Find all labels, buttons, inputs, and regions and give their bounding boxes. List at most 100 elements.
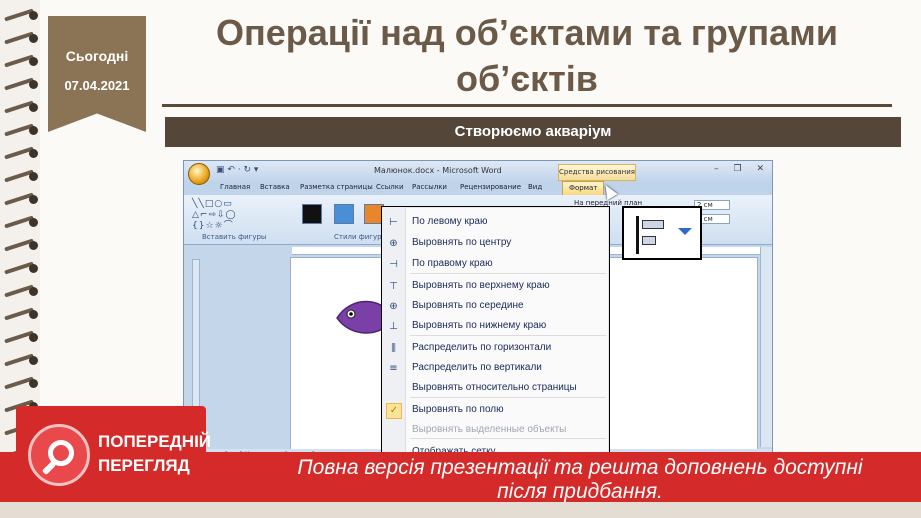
spiral-hole (29, 264, 38, 273)
vertical-scrollbar[interactable] (760, 247, 772, 447)
shapes-row-3: {}☆☼⌒ (192, 221, 234, 231)
menu-item[interactable]: Выровнять относительно страницы (382, 379, 609, 399)
spiral-ring (4, 100, 38, 114)
spiral-ring (4, 330, 38, 344)
fish-pupil (349, 312, 353, 316)
dropdown-arrow-icon (678, 228, 692, 235)
date-value: 07.04.2021 (64, 78, 130, 93)
spiral-hole (29, 80, 38, 89)
office-button-icon[interactable] (188, 163, 210, 185)
document-title: Малюнок.docx - Microsoft Word (374, 166, 502, 175)
spiral-hole (29, 218, 38, 227)
shapes-row-1: ╲╲□○▭ (192, 199, 233, 209)
window-controls[interactable]: – ❐ ✕ (714, 164, 770, 174)
menu-item-label: Выровнять относительно страницы (412, 382, 577, 393)
spiral-ring (4, 192, 38, 206)
tab-references[interactable]: Ссылки (376, 183, 404, 191)
spiral-hole (29, 149, 38, 158)
spiral-hole (29, 333, 38, 342)
spiral-hole (29, 310, 38, 319)
distribute-vertical-icon: ≡ (389, 363, 398, 374)
date-label: Сьогодні (65, 48, 129, 64)
style-swatch-black[interactable] (302, 204, 322, 224)
spiral-ring (4, 54, 38, 68)
align-top-icon: ⊤ (389, 281, 398, 292)
menu-item[interactable]: ⊢ По левому краю (382, 213, 609, 233)
tab-format[interactable]: Формат (562, 181, 605, 195)
menu-item-label: Распределить по горизонтали (412, 342, 552, 353)
group-insert-shapes-label: Вставить фигуры (202, 233, 267, 241)
spiral-hole (29, 34, 38, 43)
tab-insert[interactable]: Вставка (260, 183, 290, 191)
menu-item-label: Выровнять по полю (412, 404, 504, 415)
tab-page-layout[interactable]: Разметка страницы (300, 183, 373, 191)
menu-item-label: Выровнять по верхнему краю (412, 280, 550, 291)
menu-item[interactable]: ≡ Распределить по вертикали (382, 359, 609, 379)
align-icon-box-1 (642, 220, 664, 229)
align-right-icon: ⊣ (389, 259, 398, 270)
tab-review[interactable]: Рецензирование (460, 183, 521, 191)
distribute-horizontal-icon: ⫼ (391, 343, 396, 354)
spiral-hole (29, 195, 38, 204)
menu-item-label: Выровнять выделенные объекты (412, 424, 567, 435)
ribbon-tabs: Главная Вставка Разметка страницы Ссылки… (184, 181, 772, 195)
group-shape-styles-label: Стили фигур (334, 233, 382, 241)
drawing-tools-context: Средства рисования (558, 164, 636, 181)
menu-item-label: Выровнять по середине (412, 300, 524, 311)
spiral-ring (4, 261, 38, 275)
align-center-icon: ⊕ (389, 238, 398, 249)
menu-item[interactable]: ⊥ Выровнять по нижнему краю (382, 317, 609, 337)
spiral-ring (4, 376, 38, 390)
slide-subtitle: Створюємо акваріум (165, 117, 901, 147)
align-bottom-icon: ⊥ (389, 321, 398, 332)
spiral-ring (4, 307, 38, 321)
spiral-ring (4, 123, 38, 137)
menu-item[interactable]: ⫼ Распределить по горизонтали (382, 339, 609, 359)
spiral-hole (29, 379, 38, 388)
tab-view[interactable]: Вид (528, 183, 542, 191)
tab-home[interactable]: Главная (220, 183, 250, 191)
spiral-ring (4, 353, 38, 367)
spiral-hole (29, 126, 38, 135)
slide-title: Операції над об’єктами та групами об’єкт… (216, 12, 838, 99)
tab-mailings[interactable]: Рассылки (412, 183, 447, 191)
spiral-hole (29, 57, 38, 66)
menu-item[interactable]: ⊤ Выровнять по верхнему краю (382, 277, 609, 297)
menu-item[interactable]: ⊕ Выровнять по середине (382, 297, 609, 317)
shapes-gallery[interactable]: ╲╲□○▭ △⌐⇨⇩◯ {}☆☼⌒ (192, 199, 278, 231)
menu-item[interactable]: ✓ Выровнять по полю (382, 401, 609, 421)
preview-badge-line1: ПОПЕРЕДНІЙ (98, 432, 212, 451)
spiral-ring (4, 31, 38, 45)
word-titlebar: ▣ ↶ · ↻ ▾ Малюнок.docx - Microsoft Word … (184, 161, 772, 181)
spiral-ring (4, 146, 38, 160)
menu-item-label: Выровнять по нижнему краю (412, 320, 547, 331)
spiral-ring (4, 169, 38, 183)
style-swatch-blue[interactable] (334, 204, 354, 224)
spiral-ring (4, 215, 38, 229)
magnifier-icon (28, 424, 90, 486)
spiral-hole (29, 287, 38, 296)
align-left-icon: ⊢ (389, 217, 398, 228)
align-dropdown-menu: ⊢ По левому краю ⊕ Выровнять по центру ⊣ По п… (381, 206, 610, 456)
menu-item[interactable]: ⊣ По правому краю (382, 255, 609, 275)
spiral-ring (4, 77, 38, 91)
spiral-ring (4, 8, 38, 22)
spiral-hole (29, 241, 38, 250)
title-divider (162, 104, 892, 107)
menu-item[interactable]: ⊕ Выровнять по центру (382, 234, 609, 254)
spiral-ring (4, 238, 38, 252)
align-middle-icon: ⊕ (389, 301, 398, 312)
align-icon-box-2 (642, 236, 656, 245)
quick-access-toolbar[interactable]: ▣ ↶ · ↻ ▾ (216, 165, 258, 175)
spiral-hole (29, 172, 38, 181)
menu-item-label: Распределить по вертикали (412, 362, 542, 373)
bottom-strip (0, 502, 921, 518)
align-icon-bar (636, 216, 639, 254)
preview-banner-text: Повна версія презентації та решта доповн… (297, 456, 863, 503)
checkmark-icon: ✓ (386, 403, 402, 419)
spiral-ring (4, 284, 38, 298)
spiral-hole (29, 356, 38, 365)
menu-item-label: По левому краю (412, 216, 488, 227)
menu-item-label: По правому краю (412, 258, 493, 269)
align-button-callout[interactable] (622, 206, 702, 260)
